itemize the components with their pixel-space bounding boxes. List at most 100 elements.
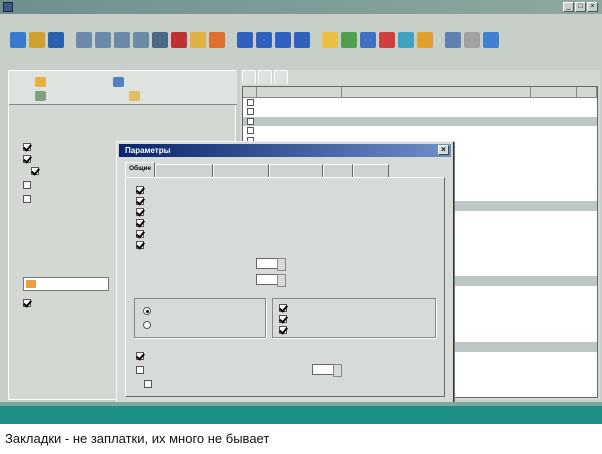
checkbox[interactable] [23, 195, 31, 203]
checkbox[interactable] [136, 186, 144, 194]
dialog-option[interactable] [136, 352, 148, 360]
right-tab[interactable] [258, 70, 272, 84]
table-row[interactable] [243, 126, 597, 135]
tool-icon[interactable] [209, 32, 225, 48]
cell-size [527, 136, 573, 145]
help-icon[interactable] [483, 32, 499, 48]
group-option[interactable] [279, 304, 291, 312]
radio[interactable] [143, 321, 151, 329]
tool-icon[interactable] [76, 32, 92, 48]
left-option[interactable] [31, 167, 42, 175]
left-option[interactable] [23, 195, 34, 203]
checkbox[interactable] [23, 181, 31, 189]
tool-icon[interactable] [464, 32, 480, 48]
checkbox[interactable] [136, 230, 144, 238]
checkbox[interactable] [279, 304, 287, 312]
left-tab[interactable] [113, 75, 127, 89]
dialog-option[interactable] [136, 230, 148, 238]
checkbox[interactable] [31, 167, 39, 175]
table-header [243, 87, 597, 98]
column-header[interactable] [531, 87, 578, 97]
left-option[interactable] [23, 155, 34, 163]
cell-size [527, 145, 573, 154]
tool-icon[interactable] [398, 32, 414, 48]
dialog-option[interactable] [136, 241, 148, 249]
left-tab[interactable] [35, 89, 49, 103]
checkbox[interactable] [136, 208, 144, 216]
row-checkbox[interactable] [247, 99, 254, 106]
tool-icon[interactable] [95, 32, 111, 48]
tool-icon[interactable] [275, 32, 291, 48]
cell-size [527, 220, 573, 229]
close-icon[interactable]: × [438, 145, 449, 155]
checkbox[interactable] [279, 326, 287, 334]
maximize-icon[interactable]: □ [575, 2, 586, 12]
checkbox[interactable] [23, 143, 31, 151]
tool-icon[interactable] [341, 32, 357, 48]
dialog-tab[interactable] [155, 164, 214, 177]
dialog-option[interactable] [136, 366, 148, 374]
left-option[interactable] [23, 143, 34, 151]
save-icon[interactable] [48, 32, 64, 48]
left-tab[interactable] [35, 75, 49, 89]
column-header[interactable] [257, 87, 343, 97]
right-tab[interactable] [274, 70, 288, 84]
table-row[interactable] [243, 107, 597, 116]
left-option[interactable] [23, 299, 34, 307]
tool-icon[interactable] [322, 32, 338, 48]
group-option[interactable] [279, 326, 291, 334]
dialog-option[interactable] [136, 219, 148, 227]
row-checkbox[interactable] [247, 127, 254, 135]
radio[interactable] [143, 307, 151, 315]
spin2-input[interactable] [256, 274, 286, 287]
tool-icon[interactable] [294, 32, 310, 48]
right-tab[interactable] [242, 70, 256, 84]
tool-icon[interactable] [190, 32, 206, 48]
cell-size [527, 258, 573, 267]
tool-icon[interactable] [379, 32, 395, 48]
spin1-input[interactable] [256, 258, 286, 271]
stop-icon[interactable] [171, 32, 187, 48]
spin3-input[interactable] [312, 364, 342, 377]
tool-icon[interactable] [256, 32, 272, 48]
checkbox[interactable] [136, 241, 144, 249]
checkbox[interactable] [136, 219, 144, 227]
checkbox[interactable] [23, 299, 31, 307]
dialog-option[interactable] [136, 186, 148, 194]
group-option[interactable] [279, 315, 291, 323]
dialog-tab[interactable] [269, 164, 324, 177]
left-option[interactable] [23, 181, 34, 189]
dialog-tab-general[interactable]: Общие [125, 162, 156, 177]
tool-icon[interactable] [152, 32, 168, 48]
dialog-tab[interactable] [353, 164, 390, 177]
folder-field[interactable] [23, 277, 109, 291]
group-box-left [134, 298, 266, 338]
table-row[interactable] [243, 98, 597, 107]
left-tab[interactable] [129, 89, 143, 103]
tool-icon[interactable] [445, 32, 461, 48]
dialog-tab[interactable] [323, 164, 354, 177]
minimize-icon[interactable]: _ [563, 2, 574, 12]
tool-icon[interactable] [360, 32, 376, 48]
tool-icon[interactable] [417, 32, 433, 48]
row-checkbox[interactable] [247, 117, 254, 125]
checkbox[interactable] [136, 366, 144, 374]
tool-icon[interactable] [237, 32, 253, 48]
checkbox[interactable] [136, 197, 144, 205]
dialog-option[interactable] [136, 208, 148, 216]
close-icon[interactable]: × [587, 2, 598, 12]
checkbox[interactable] [279, 315, 287, 323]
checkbox[interactable] [23, 155, 31, 163]
column-header[interactable] [342, 87, 532, 97]
new-icon[interactable] [10, 32, 26, 48]
table-row[interactable] [243, 116, 597, 127]
row-checkbox[interactable] [247, 108, 254, 116]
tool-icon[interactable] [114, 32, 130, 48]
open-icon[interactable] [29, 32, 45, 48]
dialog-tab[interactable] [213, 164, 270, 177]
radio-option[interactable] [143, 307, 155, 315]
radio-option[interactable] [143, 321, 155, 329]
dialog-option[interactable] [136, 197, 148, 205]
tool-icon[interactable] [133, 32, 149, 48]
checkbox[interactable] [136, 352, 144, 360]
